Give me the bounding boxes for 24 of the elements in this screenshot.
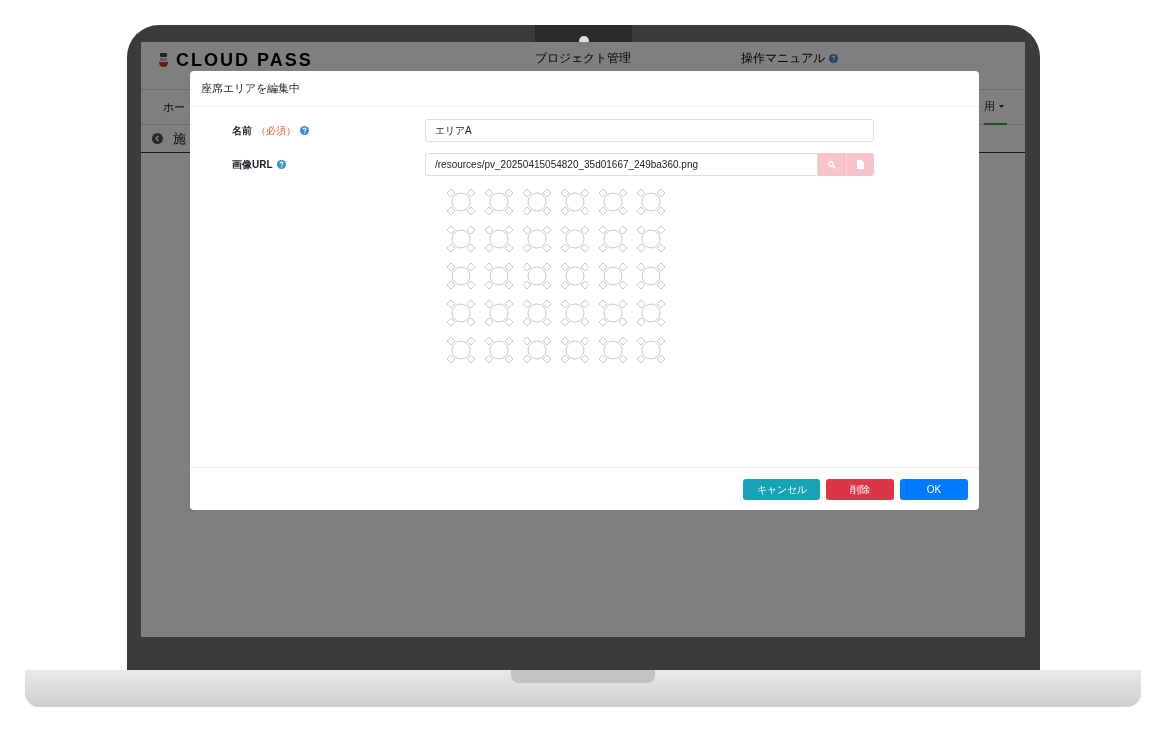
dialog-button[interactable]: OK: [900, 478, 968, 500]
help-icon[interactable]: [300, 126, 309, 135]
menu-tab[interactable]: 用: [984, 88, 1007, 126]
logo-icon: [159, 53, 168, 67]
text-field[interactable]: エリアA: [425, 119, 874, 142]
back-icon: [152, 133, 163, 144]
section-title: 施: [173, 129, 186, 148]
dialog-title: 座席エリアを編集中: [190, 71, 979, 107]
nav-link[interactable]: プロジェクト管理: [534, 50, 631, 66]
required-note: （必須）: [256, 124, 296, 138]
field-label: 名前: [232, 124, 252, 138]
help-icon[interactable]: [276, 160, 286, 169]
nav-link[interactable]: 操作マニュアル: [740, 50, 825, 66]
file-button[interactable]: [846, 153, 874, 176]
file-icon: [857, 160, 864, 169]
app-logo: CLOUD PASS: [176, 50, 313, 70]
dialog-button[interactable]: キャンセル: [743, 478, 820, 500]
url-field[interactable]: /resources/pv_20250415054820_35d01667_249ba360.png: [425, 153, 818, 176]
menu-tab[interactable]: ホー: [163, 98, 185, 116]
help-icon[interactable]: [828, 53, 838, 63]
search-icon: [828, 160, 836, 169]
search-button[interactable]: [818, 153, 846, 176]
dialog-button[interactable]: 削除: [826, 478, 894, 500]
field-label: 画像URL: [232, 158, 273, 172]
